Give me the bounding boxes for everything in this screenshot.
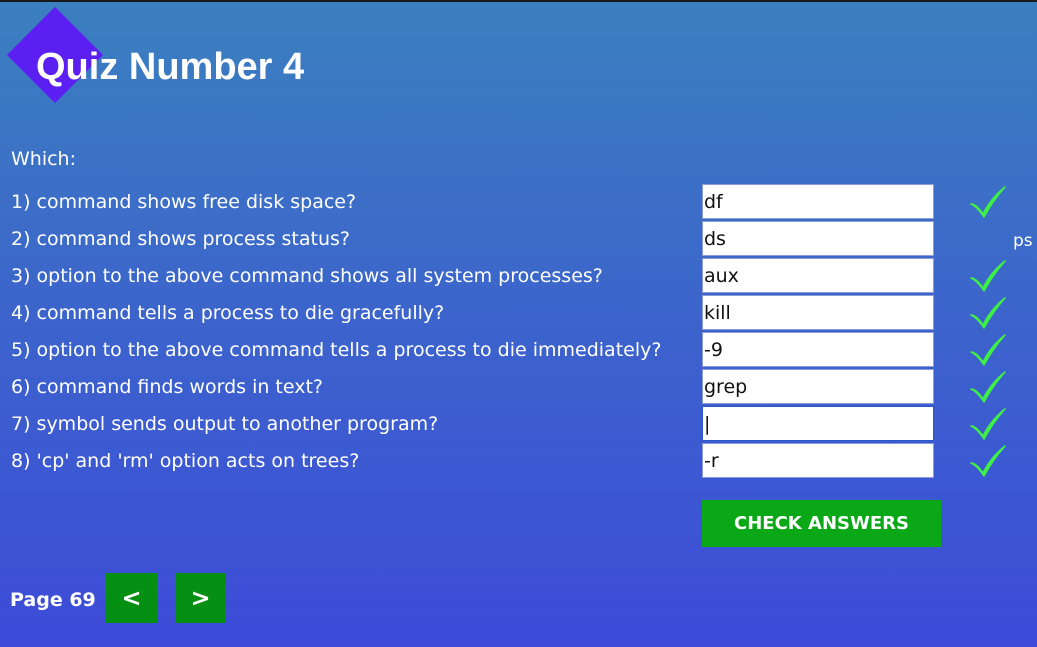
question-row: 3) option to the above command shows all…	[0, 258, 1037, 295]
page-title: Quiz Number 4	[36, 46, 305, 88]
previous-page-button[interactable]: <	[106, 573, 157, 623]
checkmark-icon	[970, 408, 1006, 440]
question-row: 5) option to the above command tells a p…	[0, 332, 1037, 369]
answer-input[interactable]	[702, 369, 934, 404]
question-row: 7) symbol sends output to another progra…	[0, 406, 1037, 443]
page-number: Page 69	[10, 589, 96, 611]
next-page-button[interactable]: >	[175, 573, 226, 623]
quiz-intro: Which:	[11, 148, 76, 170]
question-text: 3) option to the above command shows all…	[11, 265, 603, 287]
check-answers-button[interactable]: CHECK ANSWERS	[702, 500, 941, 547]
checkmark-icon	[970, 297, 1006, 329]
question-text: 6) command finds words in text?	[11, 376, 324, 398]
checkmark-icon	[970, 334, 1006, 366]
answer-input[interactable]	[702, 184, 934, 219]
question-text: 7) symbol sends output to another progra…	[11, 413, 439, 435]
answer-input[interactable]	[702, 221, 934, 256]
question-text: 2) command shows process status?	[11, 228, 350, 250]
question-text: 5) option to the above command tells a p…	[11, 339, 662, 361]
question-text: 4) command tells a process to die gracef…	[11, 302, 445, 324]
answer-input[interactable]	[702, 406, 934, 441]
checkmark-icon	[970, 371, 1006, 403]
checkmark-icon	[970, 260, 1006, 292]
question-row: 4) command tells a process to die gracef…	[0, 295, 1037, 332]
answer-input[interactable]	[702, 443, 934, 478]
window-top-border	[0, 0, 1037, 2]
question-row: 2) command shows process status? ps	[0, 221, 1037, 258]
answer-input[interactable]	[702, 295, 934, 330]
question-text: 1) command shows free disk space?	[11, 191, 357, 213]
checkmark-icon	[970, 445, 1006, 477]
question-row: 8) 'cp' and 'rm' option acts on trees?	[0, 443, 1037, 480]
correct-answer-hint: ps	[1013, 231, 1033, 251]
answer-input[interactable]	[702, 258, 934, 293]
question-row: 6) command finds words in text?	[0, 369, 1037, 406]
question-row: 1) command shows free disk space?	[0, 184, 1037, 221]
question-text: 8) 'cp' and 'rm' option acts on trees?	[11, 450, 360, 472]
checkmark-icon	[970, 186, 1006, 218]
answer-input[interactable]	[702, 332, 934, 367]
